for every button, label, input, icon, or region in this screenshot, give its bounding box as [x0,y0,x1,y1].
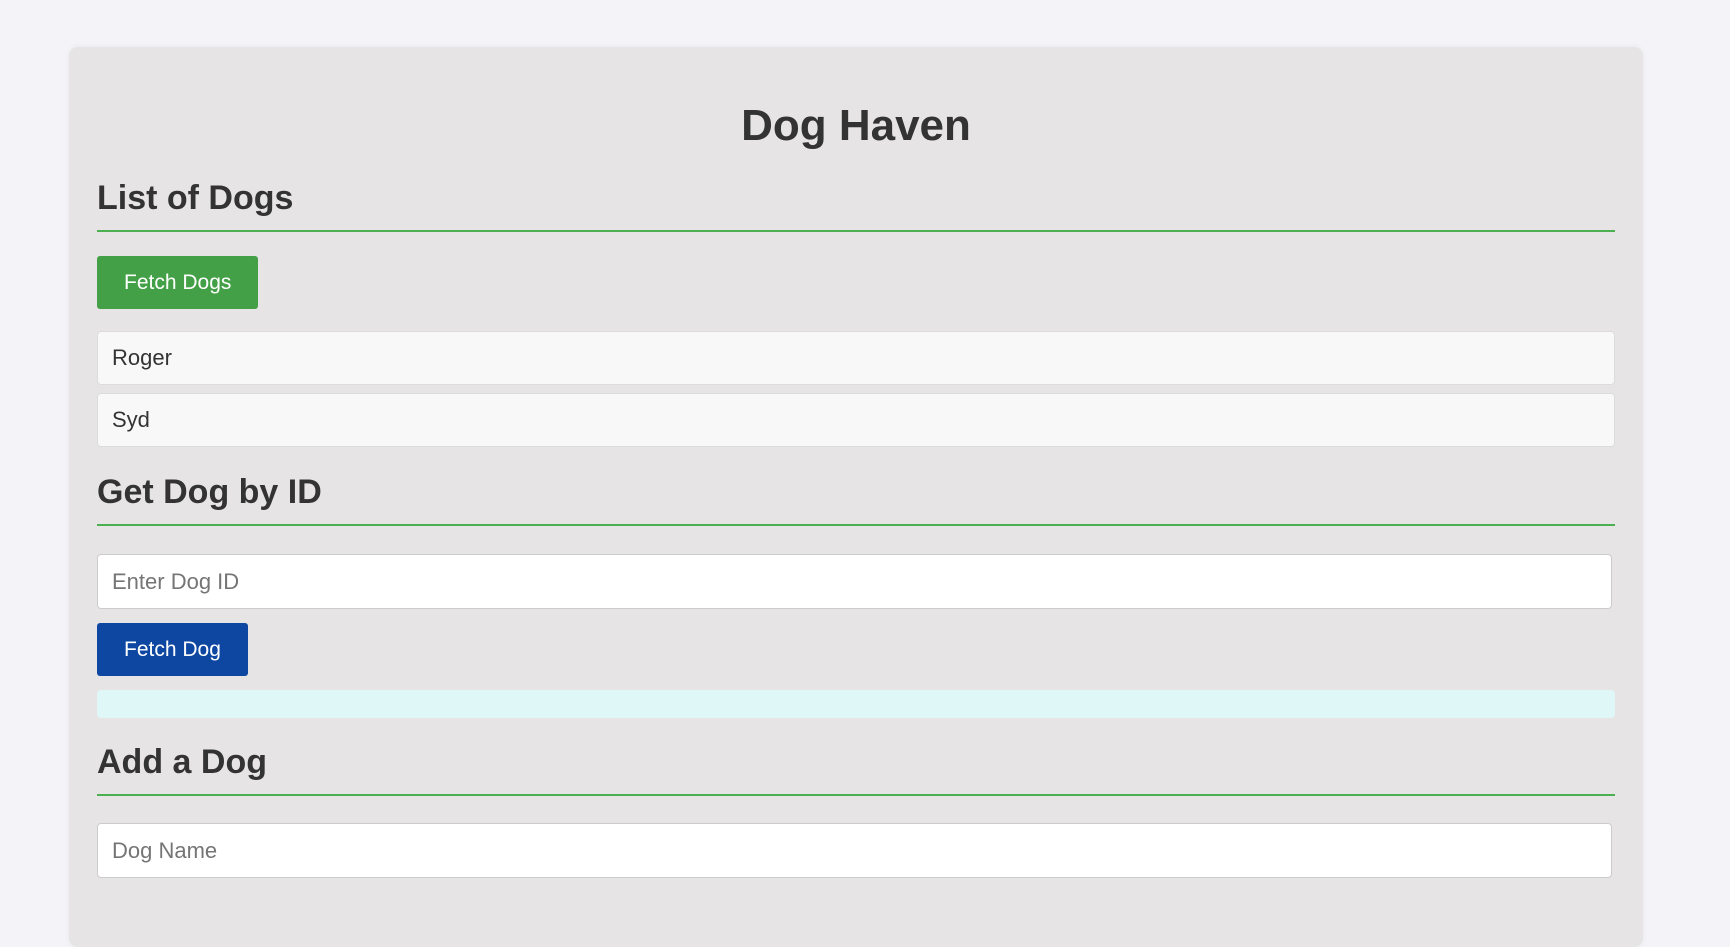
dog-list-item: Roger [97,331,1615,385]
get-dog-by-id-heading: Get Dog by ID [97,475,1615,526]
page-title: Dog Haven [741,101,971,150]
dog-result-box [97,690,1615,718]
dog-id-input[interactable] [97,554,1612,609]
fetch-dogs-button[interactable]: Fetch Dogs [97,256,259,309]
main-card: Dog Haven List of Dogs Fetch Dogs Roger … [69,47,1643,947]
fetch-dog-button[interactable]: Fetch Dog [97,623,248,676]
dog-list-item: Syd [97,393,1615,447]
dog-list: Roger Syd [97,331,1615,447]
dog-name-input[interactable] [97,823,1612,878]
list-of-dogs-heading: List of Dogs [97,181,1615,232]
add-a-dog-heading: Add a Dog [97,745,1615,796]
